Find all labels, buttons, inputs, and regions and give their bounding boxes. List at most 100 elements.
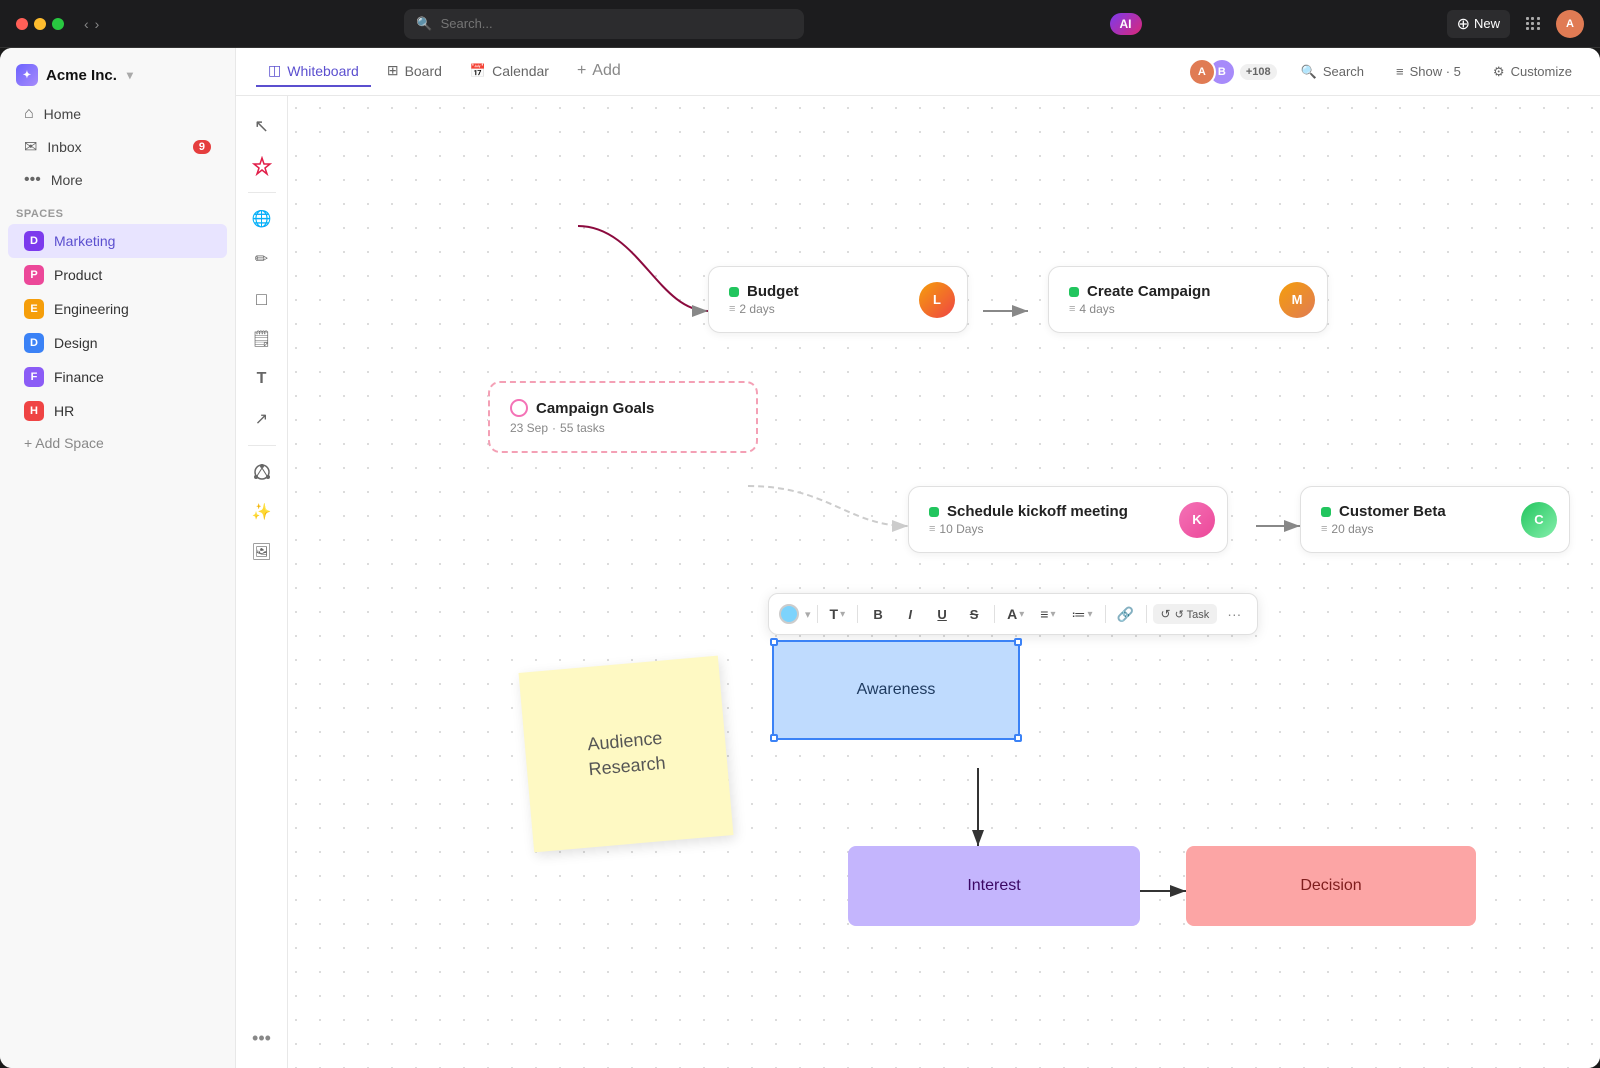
sidebar-item-finance[interactable]: F Finance — [8, 360, 227, 394]
close-button[interactable] — [16, 18, 28, 30]
engineering-dot: E — [24, 299, 44, 319]
avatar-1: A — [1188, 58, 1216, 86]
show-icon: ≡ — [1396, 64, 1404, 79]
search-tab-icon: 🔍 — [1301, 64, 1317, 80]
logo-icon: ✦ — [16, 64, 38, 86]
create-campaign-days: ≡ 4 days — [1069, 302, 1262, 316]
budget-card[interactable]: Budget ≡ 2 days L — [708, 266, 968, 333]
handle-tr[interactable] — [1014, 638, 1022, 646]
customer-beta-dot — [1321, 507, 1331, 517]
avatars-count: +108 — [1240, 64, 1277, 80]
show-button[interactable]: ≡ Show · 5 — [1388, 60, 1469, 83]
more-icon: ••• — [24, 171, 41, 189]
interest-box[interactable]: Interest — [848, 846, 1140, 926]
list-dropdown[interactable]: ≔ ▾ — [1065, 603, 1098, 626]
nav-arrows[interactable]: ‹ › — [84, 16, 99, 32]
text-size-dropdown[interactable]: T ▾ — [824, 603, 852, 625]
tab-board[interactable]: ⊞ Board — [375, 56, 454, 87]
app-container: ✦ Acme Inc. ▾ ⌂ Home ✉ Inbox 9 ••• More … — [0, 48, 1600, 1068]
sidebar-item-product[interactable]: P Product — [8, 258, 227, 292]
create-campaign-avatar: M — [1279, 282, 1315, 318]
pointer-tool[interactable]: ↖ — [244, 108, 280, 144]
more-tools-button[interactable]: ••• — [244, 1020, 280, 1056]
more-format-button[interactable]: ··· — [1221, 603, 1247, 625]
create-campaign-card[interactable]: Create Campaign ≡ 4 days M — [1048, 266, 1328, 333]
ai-button[interactable]: AI — [1110, 13, 1142, 35]
sidebar-item-more[interactable]: ••• More — [8, 164, 227, 196]
search-tab-button[interactable]: 🔍 Search — [1293, 60, 1372, 84]
sidebar-item-hr[interactable]: H HR — [8, 394, 227, 428]
global-search-input[interactable] — [441, 16, 793, 31]
new-button[interactable]: ⊕ New — [1447, 10, 1510, 38]
canvas-area[interactable]: ↖ 🌐 ✏ □ 🗒 T ↗ ✨ 🖼 ••• — [236, 96, 1600, 1068]
tab-whiteboard[interactable]: ◫ Whiteboard — [256, 56, 371, 87]
chevron-down-color[interactable]: ▾ — [805, 608, 811, 621]
underline-button[interactable]: U — [928, 600, 956, 628]
design-dot: D — [24, 333, 44, 353]
separator — [817, 605, 818, 623]
collaborators-avatars: A B +108 — [1196, 58, 1277, 86]
globe-tool[interactable]: 🌐 — [244, 201, 280, 237]
budget-card-title-row: Budget — [729, 283, 907, 300]
bold-button[interactable]: B — [864, 600, 892, 628]
apps-grid-icon[interactable] — [1526, 17, 1540, 30]
schedule-kickoff-dot — [929, 507, 939, 517]
align-dropdown[interactable]: ≡ ▾ — [1034, 603, 1061, 625]
strikethrough-button[interactable]: S — [960, 600, 988, 628]
customer-beta-title-row: Customer Beta — [1321, 503, 1509, 520]
customize-icon: ⚙ — [1493, 64, 1505, 80]
customer-beta-card[interactable]: Customer Beta ≡ 20 days C — [1300, 486, 1570, 553]
user-avatar[interactable]: A — [1556, 10, 1584, 38]
tab-calendar[interactable]: 📅 Calendar — [458, 57, 561, 87]
maximize-button[interactable] — [52, 18, 64, 30]
add-space-button[interactable]: + Add Space — [8, 428, 227, 458]
handle-br[interactable] — [1014, 734, 1022, 742]
sparkle-tool[interactable]: ✨ — [244, 494, 280, 530]
sidebar-item-marketing[interactable]: D Marketing — [8, 224, 227, 258]
inbox-badge: 9 — [193, 140, 211, 154]
schedule-kickoff-days: ≡ 10 Days — [929, 522, 1162, 536]
color-picker-button[interactable] — [779, 604, 799, 624]
awareness-box[interactable]: Awareness — [772, 640, 1020, 740]
image-tool[interactable]: 🖼 — [244, 534, 280, 570]
campaign-goals-icon — [510, 399, 528, 417]
handle-tl[interactable] — [770, 638, 778, 646]
text-tool[interactable]: T — [244, 361, 280, 397]
hr-dot: H — [24, 401, 44, 421]
sidebar-item-design[interactable]: D Design — [8, 326, 227, 360]
tab-add[interactable]: + Add — [565, 56, 633, 88]
smart-tool[interactable] — [244, 148, 280, 184]
board-icon: ⊞ — [387, 62, 399, 79]
sticky-note[interactable]: Audience Research — [519, 656, 734, 853]
sidebar-item-inbox[interactable]: ✉ Inbox 9 — [8, 130, 227, 164]
customize-button[interactable]: ⚙ Customize — [1485, 60, 1580, 84]
forward-icon[interactable]: › — [95, 16, 100, 32]
decision-label: Decision — [1300, 877, 1361, 895]
decision-box[interactable]: Decision — [1186, 846, 1476, 926]
network-tool[interactable] — [244, 454, 280, 490]
pen-tool[interactable]: ✏ — [244, 241, 280, 277]
budget-card-days: ≡ 2 days — [729, 302, 907, 316]
link-button[interactable]: 🔗 — [1112, 600, 1140, 628]
whiteboard-canvas[interactable]: Campaign Goals 23 Sep · 55 tasks Budget — [288, 96, 1600, 1068]
shape-tool[interactable]: □ — [244, 281, 280, 317]
sidebar-item-home[interactable]: ⌂ Home — [8, 98, 227, 130]
workspace-logo[interactable]: ✦ Acme Inc. ▾ — [0, 60, 235, 98]
schedule-kickoff-card[interactable]: Schedule kickoff meeting ≡ 10 Days K — [908, 486, 1228, 553]
sidebar-item-engineering[interactable]: E Engineering — [8, 292, 227, 326]
connector-tool[interactable]: ↗ — [244, 401, 280, 437]
sticky-note-tool[interactable]: 🗒 — [244, 321, 280, 357]
back-icon[interactable]: ‹ — [84, 16, 89, 32]
schedule-kickoff-avatar: K — [1179, 502, 1215, 538]
minimize-button[interactable] — [34, 18, 46, 30]
global-search-bar[interactable]: 🔍 — [404, 9, 804, 39]
font-dropdown[interactable]: A ▾ — [1001, 603, 1030, 625]
italic-button[interactable]: I — [896, 600, 924, 628]
audience-research-label: Audience Research — [585, 726, 666, 783]
plus-icon: ⊕ — [1457, 14, 1470, 34]
sidebar: ✦ Acme Inc. ▾ ⌂ Home ✉ Inbox 9 ••• More … — [0, 48, 236, 1068]
separator-5 — [1146, 605, 1147, 623]
handle-bl[interactable] — [770, 734, 778, 742]
campaign-goals-card[interactable]: Campaign Goals 23 Sep · 55 tasks — [488, 381, 758, 453]
task-button[interactable]: ↺ ↺ Task — [1153, 604, 1218, 624]
